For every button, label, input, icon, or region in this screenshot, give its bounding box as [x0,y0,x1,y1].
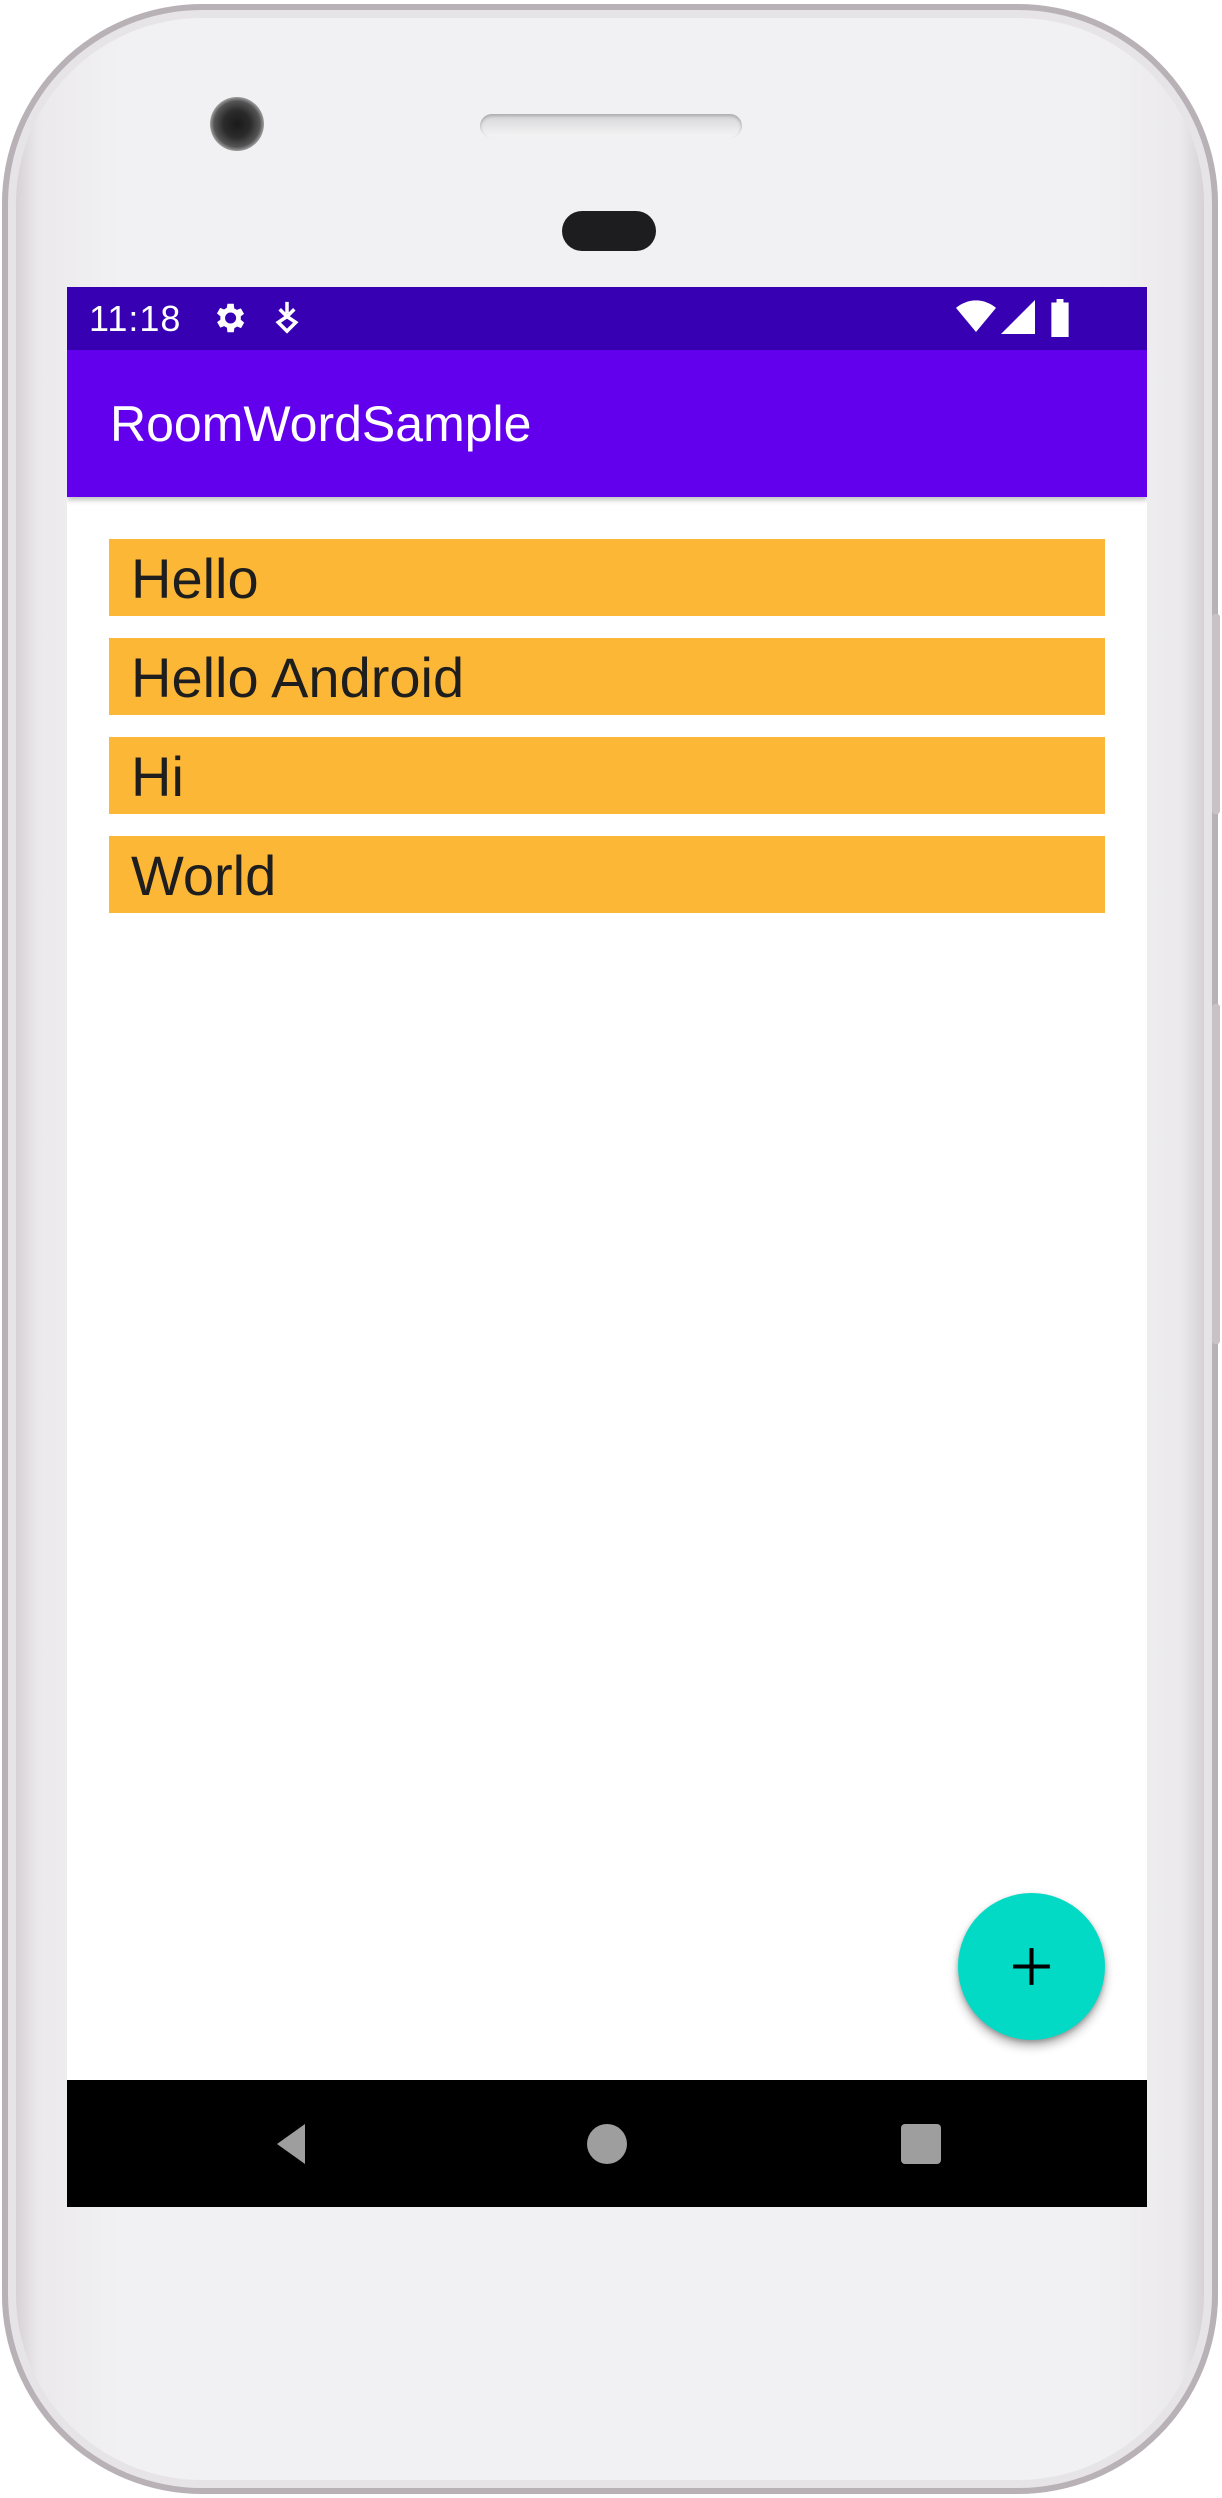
add-word-fab[interactable] [958,1893,1105,2040]
word-text: Hello Android [131,646,465,709]
phone-frame: 11:18 RoomWordSample Hello Hello Android… [2,4,1220,2494]
download-icon [275,301,299,334]
gear-icon [216,303,245,333]
list-item[interactable]: World [109,836,1105,913]
list-item[interactable]: Hi [109,737,1105,814]
volume-button [1212,1004,1220,1344]
navigation-bar [67,2080,1147,2207]
app-screen: 11:18 RoomWordSample Hello Hello Android… [67,287,1147,2207]
status-bar: 11:18 [67,287,1147,350]
power-button [1212,614,1220,814]
word-text: Hello [131,547,259,610]
app-title: RoomWordSample [110,396,532,452]
wifi-icon [956,300,996,332]
recents-icon[interactable] [897,2120,945,2168]
app-bar: RoomWordSample [67,350,1147,497]
plus-icon [1013,1948,1050,1985]
list-item[interactable]: Hello [109,539,1105,616]
word-text: Hi [131,745,184,808]
word-text: World [131,844,277,907]
home-icon[interactable] [583,2120,631,2168]
earpiece-speaker [480,114,742,138]
proximity-sensor [562,211,656,251]
word-list: Hello Hello Android Hi World [109,539,1105,935]
signal-icon [1001,300,1035,334]
battery-icon [1051,299,1069,337]
list-item[interactable]: Hello Android [109,638,1105,715]
status-time: 11:18 [89,298,182,339]
back-icon[interactable] [269,2120,317,2168]
front-camera [210,97,264,151]
